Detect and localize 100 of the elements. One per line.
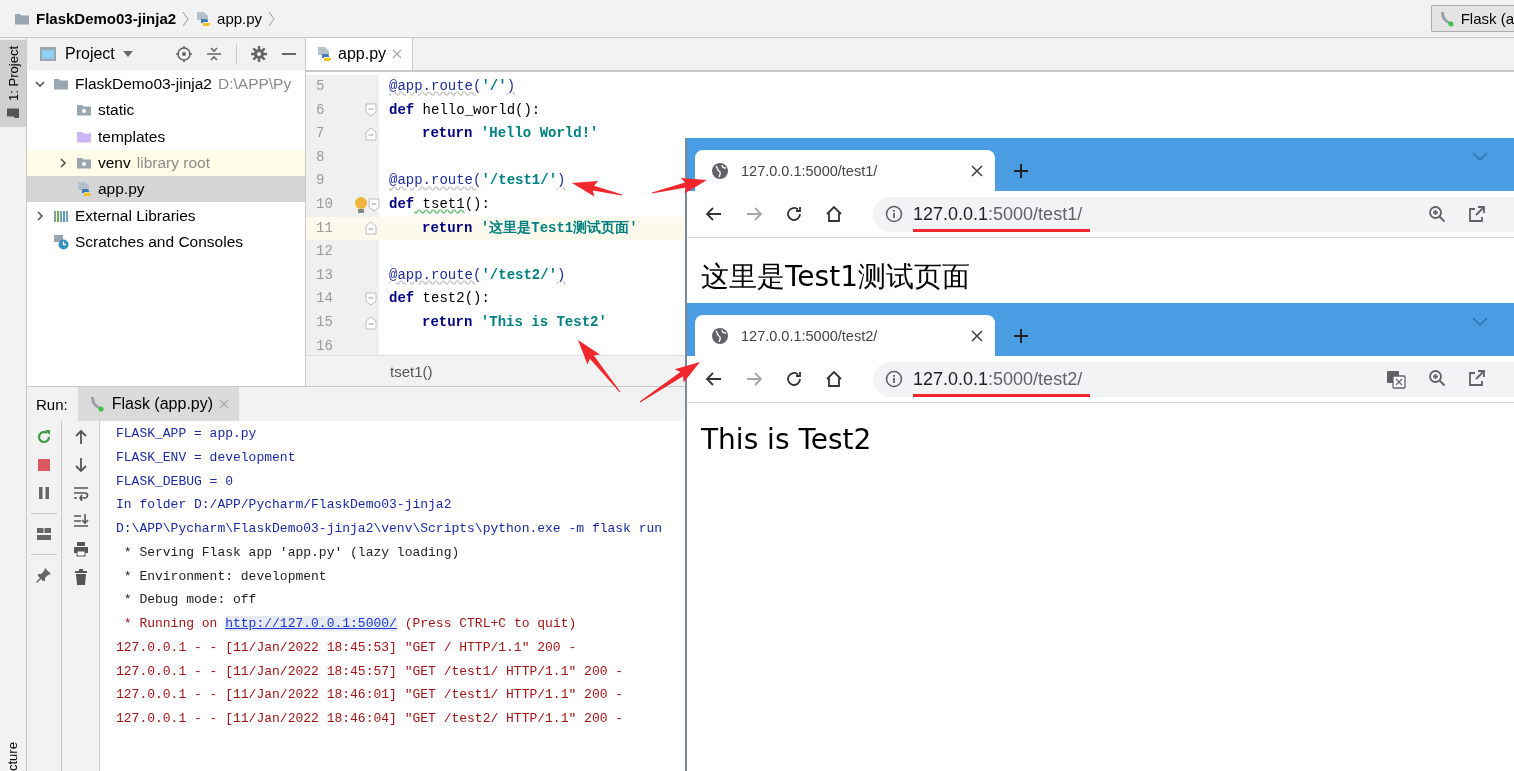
rerun-icon[interactable]	[36, 429, 52, 445]
fold-marker-icon[interactable]	[365, 221, 377, 236]
code-line: def tset1():	[389, 195, 490, 212]
close-icon[interactable]	[971, 164, 983, 177]
tree-item[interactable]: templates	[27, 123, 305, 150]
line-number: 6	[315, 100, 326, 120]
soft-wrap-icon[interactable]	[72, 485, 89, 501]
address-text: 127.0.0.1:5000/test2/	[913, 368, 1083, 389]
annotation-arrow	[639, 362, 700, 403]
address-text: 127.0.0.1:5000/test1/	[913, 203, 1083, 224]
view-dropdown[interactable]: Project	[39, 45, 133, 63]
globe-icon	[711, 161, 729, 180]
print-icon[interactable]	[72, 541, 89, 557]
code-line: def hello_world():	[389, 101, 541, 118]
bulb-icon[interactable]	[354, 195, 368, 214]
code-line: return 'Hello World!'	[422, 125, 599, 142]
editor-tab[interactable]: app.py	[306, 38, 414, 70]
tree-item[interactable]: FlaskDemo03-jinja2 D:\APP\Py	[27, 71, 305, 98]
folder-icon	[6, 106, 20, 121]
code-line: @app.route('/')	[389, 78, 516, 94]
tree-item[interactable]: app.py	[27, 176, 305, 203]
fold-marker-icon[interactable]	[365, 103, 377, 118]
globe-icon	[711, 326, 729, 345]
info-icon	[885, 370, 903, 388]
scroll-to-end-icon[interactable]	[72, 513, 89, 529]
plus-icon[interactable]	[1013, 328, 1029, 344]
item-note: library root	[136, 154, 210, 173]
fold-marker-icon[interactable]	[365, 292, 377, 307]
tree-item[interactable]: External Libraries	[27, 202, 305, 229]
reload-icon[interactable]	[785, 370, 803, 388]
console-line: 127.0.0.1 - - [11/Jan/2022 18:46:01] "GET /test1/ HTTP/1.1" 200 -	[116, 686, 624, 705]
chevron-right-icon	[268, 10, 276, 27]
tree-item[interactable]: Scratches and Consoles	[27, 228, 305, 256]
code-line: @app.route('/test1/')	[389, 172, 566, 189]
console-link[interactable]: http://127.0.0.1:5000/	[225, 616, 397, 631]
info-icon	[885, 205, 903, 223]
annotation-arrow	[572, 181, 623, 197]
pin-icon[interactable]	[36, 567, 52, 583]
run-config-dropdown[interactable]: Flask (a	[1430, 5, 1514, 32]
home-icon[interactable]	[825, 205, 843, 223]
address-bar[interactable]: 127.0.0.1:5000/test2/	[873, 361, 1514, 397]
chevron-right-icon	[182, 10, 190, 27]
fold-marker-icon[interactable]	[365, 127, 377, 141]
browser-tab[interactable]: 127.0.0.1:5000/test2/	[695, 315, 995, 356]
settings-icon[interactable]	[251, 46, 267, 62]
breadcrumb-item[interactable]: app.py	[193, 10, 265, 27]
breadcrumb-item[interactable]: FlaskDemo03-jinja2	[12, 10, 179, 27]
caret-icon	[122, 51, 133, 57]
pause-icon[interactable]	[36, 485, 52, 501]
console-line: 127.0.0.1 - - [11/Jan/2022 18:45:53] "GET / HTTP/1.1" 200 -	[116, 638, 577, 657]
line-number: 7	[315, 124, 326, 144]
tool-window-tab[interactable]: cture	[0, 741, 26, 771]
python-file-icon	[76, 181, 92, 198]
stop-icon[interactable]	[36, 457, 52, 473]
code-line: @app.route('/test2/')	[389, 266, 566, 283]
line-number: 15	[315, 312, 334, 332]
locate-icon[interactable]	[176, 46, 192, 62]
down-arrow-icon[interactable]	[72, 457, 89, 473]
code-line: def test2():	[389, 290, 490, 307]
home-icon[interactable]	[825, 370, 843, 388]
collapse-icon[interactable]	[206, 46, 222, 62]
code-line: return 'This is Test2'	[422, 313, 607, 330]
code-breadcrumb[interactable]: tset1()	[390, 362, 433, 380]
browser-tab[interactable]: 127.0.0.1:5000/test1/	[695, 150, 995, 191]
share-icon[interactable]	[1468, 369, 1486, 387]
run-tab[interactable]: Flask (app.py)	[77, 387, 240, 421]
folder-icon	[76, 155, 92, 172]
console-line: * Running on http://127.0.0.1:5000/ (Press CTRL+C to quit)	[122, 615, 577, 633]
line-number: 14	[315, 289, 334, 309]
fold-marker-icon[interactable]	[368, 197, 380, 212]
line-number: 13	[315, 265, 334, 285]
reload-icon[interactable]	[785, 205, 803, 223]
close-icon[interactable]	[971, 329, 983, 342]
translate-icon[interactable]	[1386, 369, 1406, 389]
console-line: FLASK_ENV = development	[116, 448, 296, 467]
line-number: 8	[315, 147, 326, 167]
tree-item[interactable]: static	[27, 97, 305, 124]
address-bar[interactable]: 127.0.0.1:5000/test1/	[873, 196, 1514, 232]
trash-icon[interactable]	[72, 569, 89, 585]
tool-window-tab[interactable]: 1: Project	[0, 40, 26, 127]
tree-item[interactable]: venv library root	[27, 149, 305, 177]
plus-icon[interactable]	[1013, 163, 1029, 179]
chevron-right-icon[interactable]	[34, 209, 46, 222]
zoom-icon[interactable]	[1428, 369, 1446, 387]
folder-icon	[53, 76, 69, 93]
fold-marker-icon[interactable]	[365, 315, 377, 330]
line-number: 5	[315, 77, 326, 96]
back-arrow-icon[interactable]	[705, 205, 723, 223]
console-line: In folder D:/APP/Pycharm/FlaskDemo03-jinja2	[116, 496, 452, 515]
share-icon[interactable]	[1468, 205, 1486, 223]
chevron-right-icon[interactable]	[57, 157, 69, 170]
zoom-icon[interactable]	[1428, 205, 1446, 223]
console-line: FLASK_APP = app.py	[116, 425, 257, 443]
item-note: D:\APP\Py	[218, 75, 292, 94]
layout-icon[interactable]	[36, 526, 52, 542]
panel-label: Run:	[36, 395, 68, 413]
line-number: 12	[315, 242, 334, 262]
panel-icon	[39, 46, 57, 62]
back-arrow-icon[interactable]	[705, 370, 723, 388]
console-line: D:\APP\Pycharm\FlaskDemo03-jinja2\venv\Scripts\python.exe -m flask run	[116, 520, 663, 538]
